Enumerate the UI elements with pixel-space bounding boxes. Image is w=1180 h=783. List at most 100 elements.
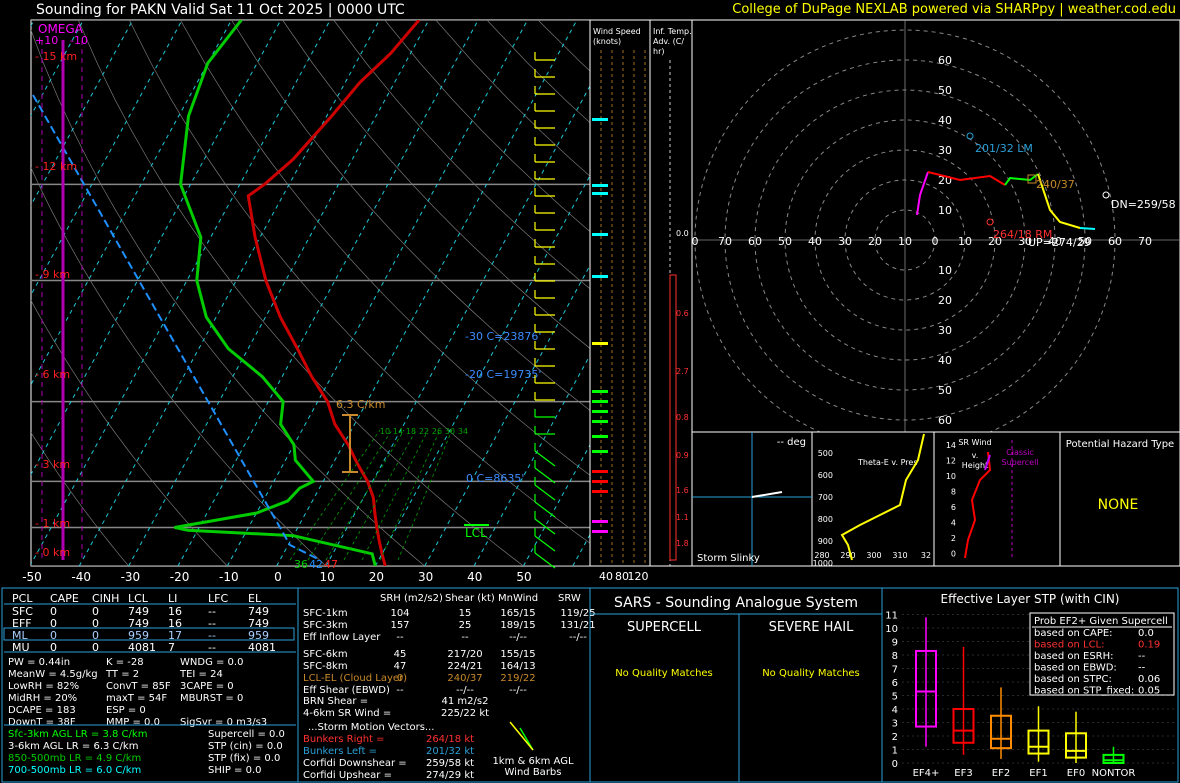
stp-legend-value: 0.0	[1138, 628, 1154, 639]
theta-pres-tick: 1000	[813, 559, 833, 568]
hodo-axis-label: 50	[778, 235, 792, 248]
upshear-label: UP=274/29	[1028, 236, 1091, 249]
dry-adiabat	[231, 20, 590, 411]
inferred-value: 1.8	[676, 539, 689, 548]
stp-legend-label: based on LCL:	[1034, 640, 1105, 651]
isotherm-line	[31, 20, 232, 386]
stp-y-tick: 2	[892, 732, 898, 743]
right-mover-marker	[986, 218, 994, 226]
stp-category: EF0	[1067, 768, 1085, 779]
speed-mark	[592, 275, 608, 278]
kin-cell: SFC-1km	[303, 608, 348, 619]
parcel-header: PCL	[12, 592, 33, 605]
srwind-height-tick: 4	[951, 519, 956, 528]
left-mover-marker	[966, 132, 974, 140]
index-value: TT = 2	[105, 669, 139, 680]
height-label: - 1 km	[35, 517, 70, 530]
hodo-trace	[916, 171, 929, 216]
stp-legend-title: Prob EF2+ Given Supercell	[1034, 616, 1168, 627]
index-value: SigSvr = 0 m3/s3	[180, 717, 267, 728]
temp-tick: 0	[274, 570, 282, 584]
speed-mark	[592, 530, 608, 533]
speed-mark	[592, 410, 608, 413]
kin-cell: 25	[459, 620, 472, 631]
speed-mark	[592, 435, 608, 438]
hazard-value: NONE	[1098, 497, 1139, 513]
storm-title: ...Storm Motion Vectors...	[308, 722, 434, 733]
stp-category: EF2	[992, 768, 1010, 779]
stp-legend-label: based on ESRH:	[1034, 651, 1114, 662]
storm-value: 201/32 kt	[426, 746, 474, 757]
wind-barb	[534, 535, 556, 552]
stp-y-tick: 7	[892, 665, 898, 676]
kin-cell: --	[396, 632, 404, 643]
hodo-ring-label: 10	[938, 204, 952, 217]
temp-tick: 10	[320, 570, 335, 584]
dry-adiabat	[31, 166, 327, 566]
temp-tick: -40	[71, 570, 91, 584]
hodo-axis-label: 40	[808, 235, 822, 248]
pressure-tick: 500	[5, 395, 28, 409]
lapse-rate: 850-500mb LR = 4.9 C/km	[8, 753, 141, 764]
downshear-marker	[1102, 191, 1110, 199]
classic-label: Supercell	[1001, 458, 1038, 467]
sounding-graphics: 1002003005007008501000 -50 -40 -30 -20 -10 0 1…	[1, 19, 1180, 783]
storm-value: 274/29 kt	[426, 770, 474, 781]
srwind-height-tick: 0	[951, 550, 956, 559]
index-value: MidRH = 20%	[8, 693, 77, 704]
isotherm-line	[31, 20, 331, 566]
storm-value: 264/18 kt	[426, 734, 474, 745]
stp-y-tick: 0	[892, 759, 898, 770]
index-value: PW = 0.44in	[8, 657, 70, 668]
stp-y-tick: 11	[885, 611, 898, 622]
isotherm-line	[522, 443, 590, 566]
sars-supercell: SUPERCELL	[627, 620, 702, 635]
inferred-value: 2.7	[676, 367, 689, 376]
srwind-value: 225/22 kt	[441, 708, 489, 719]
kin-cell: 164/13	[500, 661, 535, 672]
kin-cell: 0	[397, 673, 403, 684]
kin-cell: --/--	[456, 685, 474, 696]
hodo-ring-label: 10	[938, 264, 952, 277]
composite-index: SHIP = 0.0	[208, 765, 262, 776]
kin-cell: --/--	[569, 632, 587, 643]
theta-temp-tick: 280	[814, 551, 829, 560]
sfc-wetbulb: 42	[309, 558, 323, 571]
theta-label: Theta-E v. Pres	[857, 458, 918, 467]
hodograph-frame	[691, 19, 1180, 433]
sars-no-match: No Quality Matches	[615, 668, 713, 679]
wind-barb	[534, 450, 556, 467]
dry-adiabat	[282, 20, 590, 349]
temp-tick: -10	[219, 570, 239, 584]
srwind-label: v.	[972, 451, 979, 460]
hodo-ring-label: 50	[938, 384, 952, 397]
composite-index: STP (cin) = 0.0	[208, 741, 283, 752]
speed-mark	[592, 480, 608, 483]
composite-index: Supercell = 0.0	[208, 729, 285, 740]
isotherm-label: -30 C=23876'	[465, 330, 541, 343]
theta-pres-tick: 500	[818, 449, 833, 458]
mean-wind-label: 240/37	[1036, 178, 1075, 191]
inferred-value: 0.0	[676, 229, 689, 238]
dry-adiabat	[128, 20, 590, 544]
stp-y-tick: 8	[892, 651, 898, 662]
kin-cell: SFC-3km	[303, 620, 348, 631]
mixing-label: 26	[432, 427, 442, 436]
theta-trace	[840, 433, 925, 561]
theta-pres-tick: 700	[818, 493, 833, 502]
pressure-tick: 850	[5, 520, 28, 534]
mixing-ratio-line	[289, 429, 381, 561]
speed-tick: 120	[628, 570, 649, 583]
wind-barb	[534, 518, 556, 535]
speed-mark	[592, 470, 608, 473]
mixing-label: 30	[445, 427, 455, 436]
isotherm-label: -20 C=19735'	[465, 368, 541, 381]
parcel-header: CAPE	[50, 592, 79, 605]
kin-header: Shear (kt)	[445, 593, 495, 604]
index-value: DownT = 38F	[8, 717, 76, 728]
kin-cell: 155/15	[500, 649, 535, 660]
hodo-axis-label: 0	[692, 235, 699, 248]
stp-legend-value: 0.19	[1138, 640, 1160, 651]
stp-category: EF4+	[913, 768, 940, 779]
sars-title: SARS - Sounding Analogue System	[614, 595, 858, 611]
